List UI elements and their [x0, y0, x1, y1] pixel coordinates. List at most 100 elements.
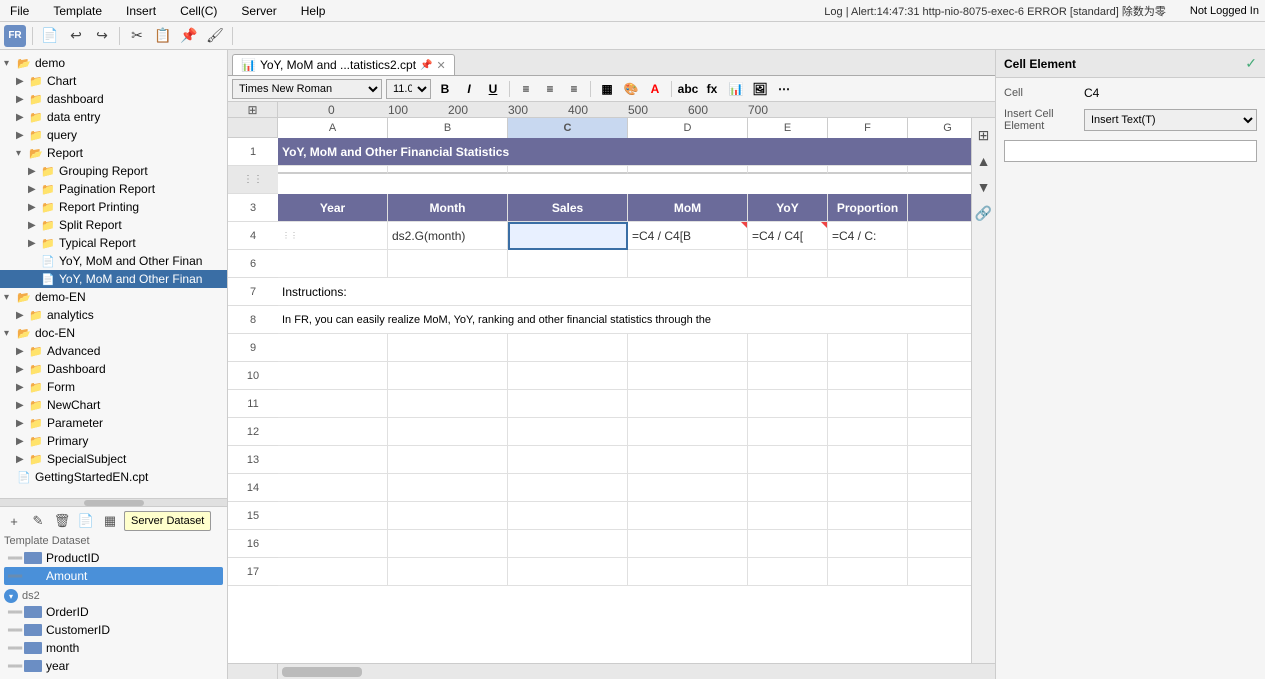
- cell-f11[interactable]: [828, 390, 908, 418]
- cell-e15[interactable]: [748, 502, 828, 530]
- cell-c13[interactable]: [508, 446, 628, 474]
- cell-a7[interactable]: Instructions:: [278, 278, 971, 306]
- cell-f12[interactable]: [828, 418, 908, 446]
- dataset-year[interactable]: ══ year: [4, 657, 223, 675]
- h-scrollbar-thumb[interactable]: [282, 667, 362, 677]
- cell-f16[interactable]: [828, 530, 908, 558]
- cell-e14[interactable]: [748, 474, 828, 502]
- insert-select[interactable]: Insert Text(T): [1084, 109, 1257, 131]
- sidebar-item-data-entry[interactable]: ▶ 📁 data entry: [0, 108, 227, 126]
- sidebar-item-primary[interactable]: ▶ 📁 Primary: [0, 432, 227, 450]
- cell-d14[interactable]: [628, 474, 748, 502]
- align-left-button[interactable]: ≡: [516, 79, 536, 99]
- menu-help[interactable]: Help: [297, 2, 330, 20]
- cell-d15[interactable]: [628, 502, 748, 530]
- fill-color-button[interactable]: 🎨: [621, 79, 641, 99]
- italic-button[interactable]: I: [459, 79, 479, 99]
- cell-text-input[interactable]: [1004, 140, 1257, 162]
- cell-e3[interactable]: YoY: [748, 194, 828, 222]
- link-icon[interactable]: 🔗: [973, 202, 995, 224]
- dataset-orderid[interactable]: ══ OrderID: [4, 603, 223, 621]
- cell-f17[interactable]: [828, 558, 908, 586]
- cell-g9[interactable]: [908, 334, 971, 362]
- sidebar-item-yoy1[interactable]: ▶ 📄 YoY, MoM and Other Finan: [0, 252, 227, 270]
- sidebar-item-pagination-report[interactable]: ▶ 📁 Pagination Report: [0, 180, 227, 198]
- cell-a15[interactable]: [278, 502, 388, 530]
- cell-c17[interactable]: [508, 558, 628, 586]
- cell-c16[interactable]: [508, 530, 628, 558]
- cell-f15[interactable]: [828, 502, 908, 530]
- add-dataset-button[interactable]: +: [4, 511, 24, 531]
- chart-button[interactable]: 📊: [726, 79, 746, 99]
- copy-button[interactable]: 📋: [152, 25, 174, 47]
- sidebar-item-analytics[interactable]: ▶ 📁 analytics: [0, 306, 227, 324]
- cell-f6[interactable]: [828, 250, 908, 278]
- sidebar-item-typical-report[interactable]: ▶ 📁 Typical Report: [0, 234, 227, 252]
- cell-g12[interactable]: [908, 418, 971, 446]
- cell-a10[interactable]: [278, 362, 388, 390]
- cell-d17[interactable]: [628, 558, 748, 586]
- sidebar-item-chart[interactable]: ▶ 📁 Chart: [0, 72, 227, 90]
- cell-g16[interactable]: [908, 530, 971, 558]
- cell-b-drag[interactable]: [388, 166, 508, 174]
- sidebar-item-special-subject[interactable]: ▶ 📁 SpecialSubject: [0, 450, 227, 468]
- cell-f-drag[interactable]: [828, 166, 908, 174]
- sidebar-item-demo[interactable]: ▾ 📂 demo: [0, 54, 227, 72]
- cell-d12[interactable]: [628, 418, 748, 446]
- cell-f3[interactable]: Proportion: [828, 194, 908, 222]
- cell-g17[interactable]: [908, 558, 971, 586]
- sidebar-item-report-printing[interactable]: ▶ 📁 Report Printing: [0, 198, 227, 216]
- cell-e10[interactable]: [748, 362, 828, 390]
- tab-close-button[interactable]: ✕: [437, 59, 446, 72]
- cell-b10[interactable]: [388, 362, 508, 390]
- cell-c12[interactable]: [508, 418, 628, 446]
- delete-dataset-button[interactable]: 🗑: [52, 511, 72, 531]
- dataset-amount[interactable]: ══ Amount: [4, 567, 223, 585]
- cell-c15[interactable]: [508, 502, 628, 530]
- server-dataset-button[interactable]: ▦: [100, 511, 120, 531]
- cell-b11[interactable]: [388, 390, 508, 418]
- sidebar-item-doc-dashboard[interactable]: ▶ 📁 Dashboard: [0, 360, 227, 378]
- sidebar-item-newchart[interactable]: ▶ 📁 NewChart: [0, 396, 227, 414]
- cell-e13[interactable]: [748, 446, 828, 474]
- sidebar-item-grouping-report[interactable]: ▶ 📁 Grouping Report: [0, 162, 227, 180]
- cell-d-drag[interactable]: [628, 166, 748, 174]
- strike-button[interactable]: abc: [678, 79, 698, 99]
- image-button[interactable]: 🖼: [750, 79, 770, 99]
- cell-e9[interactable]: [748, 334, 828, 362]
- cell-a16[interactable]: [278, 530, 388, 558]
- cell-a11[interactable]: [278, 390, 388, 418]
- format-paint-button[interactable]: 🖌: [204, 25, 226, 47]
- cell-d13[interactable]: [628, 446, 748, 474]
- cell-b9[interactable]: [388, 334, 508, 362]
- cell-d10[interactable]: [628, 362, 748, 390]
- cell-e12[interactable]: [748, 418, 828, 446]
- cell-c3[interactable]: Sales: [508, 194, 628, 222]
- cell-b16[interactable]: [388, 530, 508, 558]
- cell-b6[interactable]: [388, 250, 508, 278]
- underline-button[interactable]: U: [483, 79, 503, 99]
- cell-a6[interactable]: [278, 250, 388, 278]
- cell-g11[interactable]: [908, 390, 971, 418]
- cell-a13[interactable]: [278, 446, 388, 474]
- cell-f10[interactable]: [828, 362, 908, 390]
- cell-g6[interactable]: [908, 250, 971, 278]
- cell-b12[interactable]: [388, 418, 508, 446]
- sidebar-item-doc-en[interactable]: ▾ 📂 doc-EN: [0, 324, 227, 342]
- sidebar-item-demo-en[interactable]: ▾ 📂 demo-EN: [0, 288, 227, 306]
- menu-template[interactable]: Template: [49, 2, 106, 20]
- cut-button[interactable]: ✂: [126, 25, 148, 47]
- font-color-button[interactable]: A: [645, 79, 665, 99]
- cell-d3[interactable]: MoM: [628, 194, 748, 222]
- cell-d4[interactable]: =C4 / C4[B: [628, 222, 748, 250]
- new-button[interactable]: 📄: [39, 25, 61, 47]
- cell-d6[interactable]: [628, 250, 748, 278]
- cell-g13[interactable]: [908, 446, 971, 474]
- undo-button[interactable]: ↩: [65, 25, 87, 47]
- cell-g3[interactable]: [908, 194, 971, 222]
- menu-server[interactable]: Server: [237, 2, 280, 20]
- cell-g4[interactable]: [908, 222, 971, 250]
- cell-b15[interactable]: [388, 502, 508, 530]
- dataset-productid[interactable]: ══ ProductID: [4, 549, 223, 567]
- cell-c6[interactable]: [508, 250, 628, 278]
